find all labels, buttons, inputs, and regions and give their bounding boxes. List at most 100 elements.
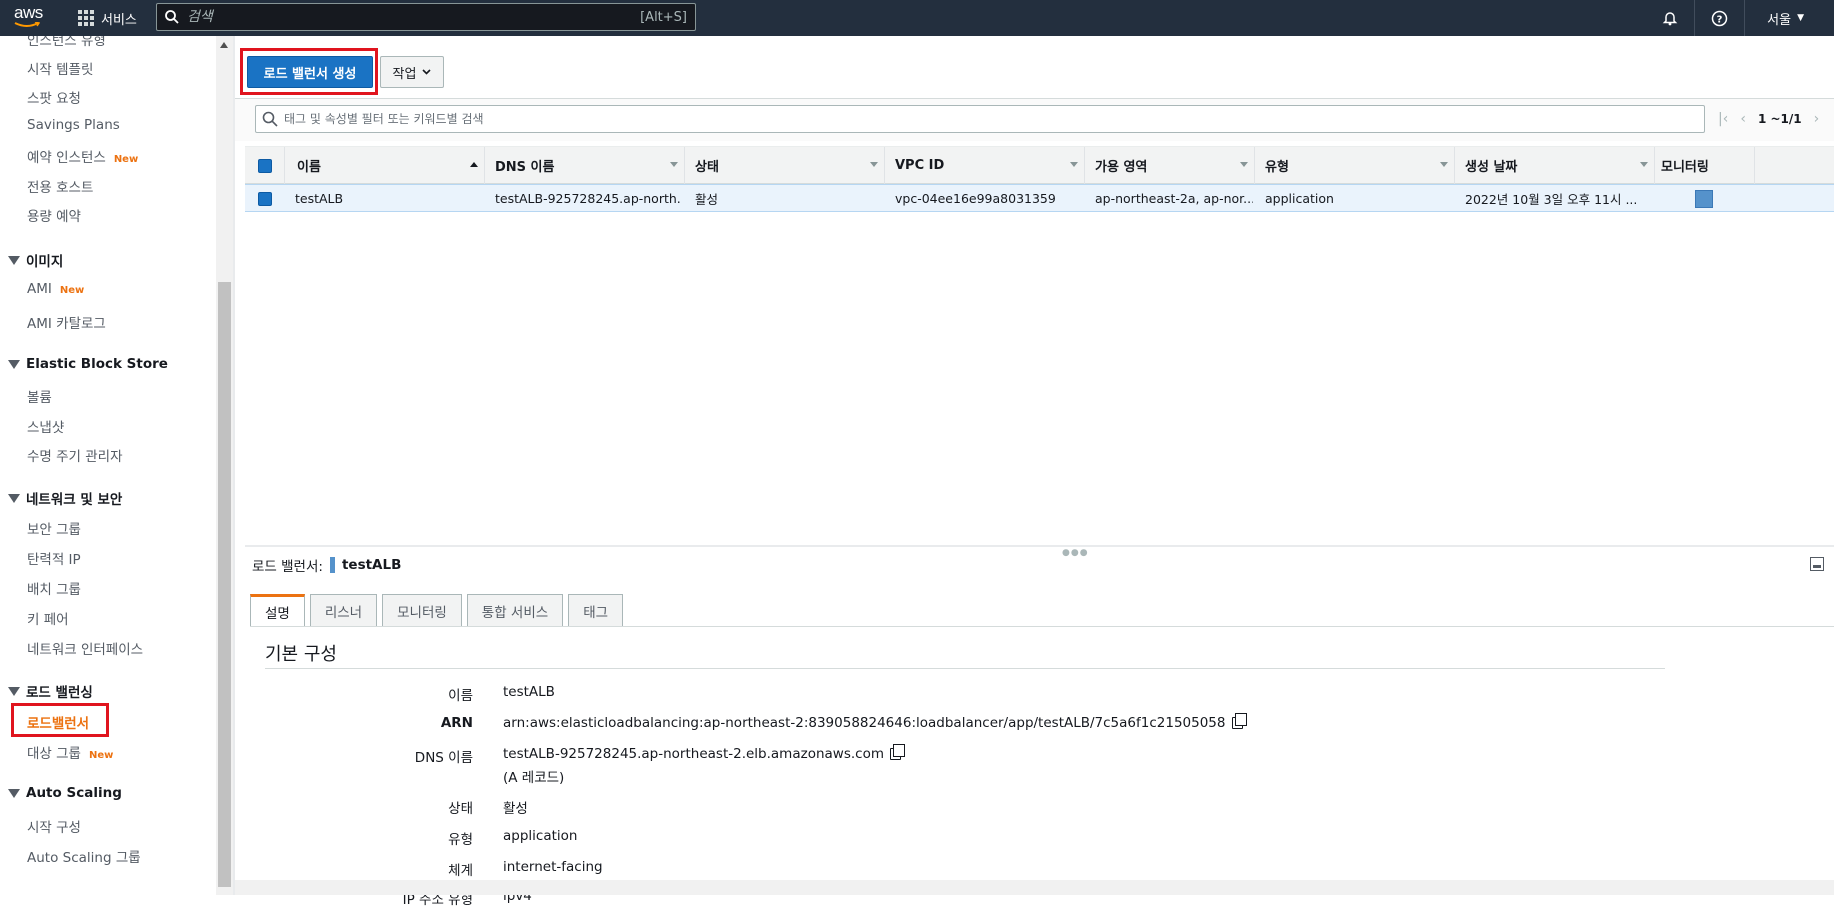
collapse-triangle-icon bbox=[8, 255, 20, 265]
field-label-type: 유형 bbox=[448, 832, 473, 848]
field-label-dns: DNS 이름 bbox=[414, 750, 473, 766]
pagination: |‹ ‹ 1 ~1/1 › bbox=[1718, 108, 1819, 130]
column-header-label: 가용 영역 bbox=[1095, 160, 1148, 175]
sidebar-item-snapshots[interactable]: 스냅샷 bbox=[27, 416, 64, 436]
section-title: 로드 밸런싱 bbox=[26, 685, 93, 701]
tab-tags[interactable]: 태그 bbox=[568, 594, 624, 627]
field-label-name: 이름 bbox=[448, 688, 473, 704]
cell-state: 활성 bbox=[695, 192, 719, 207]
sidebar-item-instance-types[interactable]: 인스턴스 유형 bbox=[27, 36, 106, 49]
arn-text: arn:aws:elasticloadbalancing:ap-northeas… bbox=[503, 715, 1226, 731]
minimize-panel-icon[interactable] bbox=[1810, 557, 1824, 571]
services-menu[interactable]: 서비스 bbox=[78, 0, 137, 36]
select-all-checkbox[interactable] bbox=[257, 158, 272, 173]
field-label-arn: ARN bbox=[263, 715, 473, 731]
row-checkbox[interactable] bbox=[258, 191, 272, 206]
sidebar-item-auto-scaling-groups[interactable]: Auto Scaling 그룹 bbox=[27, 846, 141, 866]
previous-page-icon[interactable]: ‹ bbox=[1740, 111, 1746, 127]
region-selector[interactable]: 서울 ▼ bbox=[1745, 9, 1834, 28]
copy-icon[interactable] bbox=[889, 744, 905, 760]
sidebar-section-ebs[interactable]: Elastic Block Store bbox=[8, 356, 168, 372]
sidebar-item-key-pairs[interactable]: 키 페어 bbox=[27, 608, 69, 628]
column-header-vpc[interactable]: VPC ID bbox=[885, 147, 1085, 184]
sidebar-item-volumes[interactable]: 볼륨 bbox=[27, 386, 52, 406]
cell-monitoring[interactable] bbox=[1695, 185, 1725, 212]
sidebar-item-network-interfaces[interactable]: 네트워크 인터페이스 bbox=[27, 638, 143, 658]
help-icon[interactable]: ? bbox=[1695, 0, 1746, 36]
field-value-scheme: internet-facing bbox=[503, 859, 603, 875]
actions-dropdown[interactable]: 작업 bbox=[380, 56, 444, 88]
sidebar-item-launch-templates[interactable]: 시작 템플릿 bbox=[27, 58, 93, 78]
search-bar[interactable]: [Alt+S] bbox=[156, 3, 696, 31]
sidebar-section-load-balancing[interactable]: 로드 밸런싱 bbox=[8, 681, 93, 701]
column-header-label: 모니터링 bbox=[1661, 160, 1709, 175]
next-page-icon[interactable]: › bbox=[1814, 111, 1820, 127]
sort-icon bbox=[1640, 162, 1648, 167]
sidebar-scrollbar-thumb[interactable] bbox=[218, 282, 231, 887]
column-header-monitoring[interactable]: 모니터링 bbox=[1655, 147, 1755, 184]
sidebar-item-label: 예약 인스턴스 bbox=[27, 150, 106, 166]
sidebar-item-launch-configurations[interactable]: 시작 구성 bbox=[27, 816, 81, 836]
copy-icon[interactable] bbox=[1231, 713, 1247, 729]
table-row[interactable]: testALB testALB-925728245.ap-north... 활성… bbox=[245, 184, 1834, 212]
select-all-checkbox-cell[interactable] bbox=[245, 147, 285, 184]
services-label: 서비스 bbox=[101, 12, 137, 28]
aws-logo[interactable]: aws bbox=[14, 4, 46, 31]
sidebar-section-network-security[interactable]: 네트워크 및 보안 bbox=[8, 488, 122, 508]
cell-vpc: vpc-04ee16e99a8031359 bbox=[895, 191, 1056, 206]
collapse-triangle-icon bbox=[8, 686, 20, 696]
sort-asc-icon bbox=[470, 162, 478, 167]
column-header-name[interactable]: 이름 bbox=[285, 147, 485, 184]
notifications-bell-icon[interactable] bbox=[1645, 0, 1696, 36]
sidebar-item-target-groups[interactable]: 대상 그룹 New bbox=[27, 742, 113, 762]
sidebar-item-capacity-reservations[interactable]: 용량 예약 bbox=[27, 205, 81, 225]
tab-description[interactable]: 설명 bbox=[250, 594, 305, 627]
horizontal-scrollbar[interactable] bbox=[235, 880, 1834, 895]
sidebar-item-elastic-ips[interactable]: 탄력적 IP bbox=[27, 548, 81, 568]
scroll-up-arrow-icon[interactable] bbox=[220, 42, 228, 48]
sort-icon bbox=[1440, 162, 1448, 167]
column-header-az[interactable]: 가용 영역 bbox=[1085, 147, 1255, 184]
tab-integrated-services[interactable]: 통합 서비스 bbox=[466, 594, 564, 627]
sidebar-item-dedicated-hosts[interactable]: 전용 호스트 bbox=[27, 176, 93, 196]
column-header-created[interactable]: 생성 날짜 bbox=[1455, 147, 1655, 184]
sidebar-item-security-groups[interactable]: 보안 그룹 bbox=[27, 518, 81, 538]
aws-smile-icon bbox=[14, 22, 40, 27]
section-title: Elastic Block Store bbox=[26, 356, 168, 372]
monitoring-icon[interactable] bbox=[1695, 189, 1713, 208]
first-page-icon[interactable]: |‹ bbox=[1718, 111, 1728, 127]
detail-title: 로드 밸런서: testALB bbox=[252, 555, 401, 575]
top-navigation: aws 서비스 [Alt+S] ? 서울 ▼ bbox=[0, 0, 1834, 36]
sidebar-item-ami-catalog[interactable]: AMI 카탈로그 bbox=[27, 312, 106, 332]
search-input[interactable] bbox=[187, 9, 641, 25]
sidebar-item-reserved-instances[interactable]: 예약 인스턴스 New bbox=[27, 146, 138, 166]
column-header-dns[interactable]: DNS 이름 bbox=[485, 147, 685, 184]
panel-resizer[interactable] bbox=[245, 545, 1834, 547]
filter-input[interactable] bbox=[284, 112, 1704, 126]
sidebar-item-spot-requests[interactable]: 스팟 요청 bbox=[27, 87, 81, 107]
column-header-state[interactable]: 상태 bbox=[685, 147, 885, 184]
sidebar-section-images[interactable]: 이미지 bbox=[8, 250, 63, 270]
field-value-dns-record: (A 레코드) bbox=[503, 770, 565, 786]
filter-box[interactable] bbox=[255, 105, 1705, 133]
sidebar-item-placement-groups[interactable]: 배치 그룹 bbox=[27, 578, 81, 598]
new-badge: New bbox=[113, 154, 139, 165]
sort-icon bbox=[670, 162, 678, 167]
field-label-text: ARN bbox=[440, 715, 473, 731]
row-checkbox-cell[interactable] bbox=[245, 185, 285, 212]
resize-grip-icon[interactable]: ●●● bbox=[1062, 548, 1089, 558]
column-header-label: 생성 날짜 bbox=[1465, 160, 1518, 175]
sidebar-item-savings-plans[interactable]: Savings Plans bbox=[27, 117, 120, 133]
column-header-label: 유형 bbox=[1265, 160, 1289, 175]
sidebar-section-auto-scaling[interactable]: Auto Scaling bbox=[8, 785, 122, 801]
detail-title-name: testALB bbox=[341, 557, 402, 573]
field-value-dns: testALB-925728245.ap-northeast-2.elb.ama… bbox=[503, 744, 905, 762]
tab-listeners[interactable]: 리스너 bbox=[309, 594, 378, 627]
column-header-label: 이름 bbox=[297, 160, 321, 175]
sidebar-item-lifecycle-manager[interactable]: 수명 주기 관리자 bbox=[27, 445, 123, 465]
tab-monitoring[interactable]: 모니터링 bbox=[382, 594, 462, 627]
sidebar-item-ami[interactable]: AMI New bbox=[27, 281, 84, 297]
column-header-type[interactable]: 유형 bbox=[1255, 147, 1455, 184]
nav-right: ? 서울 ▼ bbox=[1645, 0, 1834, 36]
section-title: Auto Scaling bbox=[26, 785, 122, 801]
